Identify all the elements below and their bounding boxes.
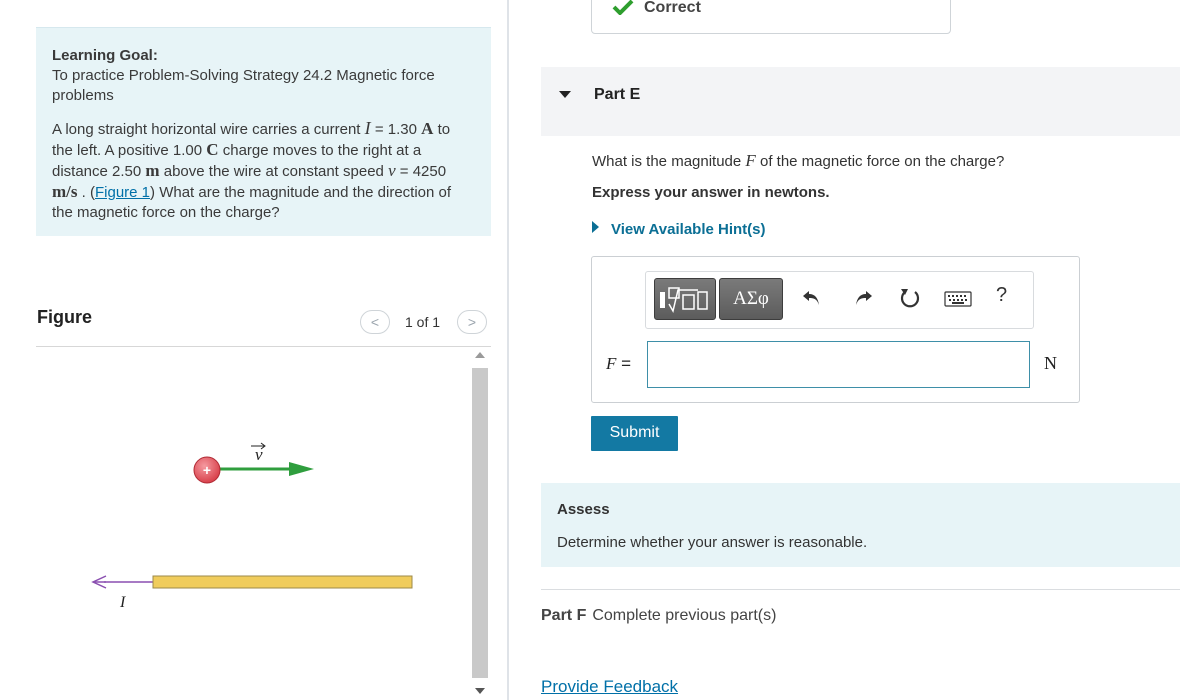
problem-statement: A long straight horizontal wire carries … (52, 118, 475, 223)
question-panel: Correct Part E What is the magnitude F o… (509, 0, 1180, 700)
charge-sign: + (203, 462, 211, 478)
learning-goal-box: Learning Goal: To practice Problem-Solvi… (36, 27, 491, 236)
chevron-left-icon: < (370, 314, 380, 330)
collapse-triangle-icon[interactable] (559, 91, 571, 98)
assess-box: Assess Determine whether your answer is … (541, 483, 1180, 567)
unit-coulombs: C (206, 140, 219, 159)
answer-box: ΑΣφ ? F = N (591, 256, 1080, 403)
answer-input[interactable] (647, 341, 1030, 388)
figure-link[interactable]: Figure 1 (95, 184, 150, 201)
assess-text: Determine whether your answer is reasona… (557, 534, 868, 551)
question-suffix: of the magnetic force on the charge? (755, 153, 1005, 170)
learning-goal-subtitle: To practice Problem-Solving Strategy 24.… (52, 67, 435, 104)
keyboard-icon[interactable] (944, 289, 972, 309)
assess-title: Assess (557, 501, 610, 518)
problem-text: = 1.30 (370, 121, 422, 138)
scroll-down-arrow-icon[interactable] (475, 688, 485, 694)
part-f-status: Complete previous part(s) (592, 607, 777, 624)
templates-icon (660, 287, 708, 314)
problem-text: above the wire at constant speed (159, 163, 389, 180)
part-f-row: Part F Complete previous part(s) (541, 607, 776, 625)
part-e-title: Part E (594, 86, 641, 103)
help-icon[interactable]: ? (996, 284, 1016, 308)
current-label: I (119, 594, 126, 611)
previous-figure-button[interactable]: < (360, 310, 390, 334)
learning-goal-title: Learning Goal: (52, 47, 158, 64)
figure-header: Figure < 1 of 1 > (36, 296, 491, 347)
question-prefix: What is the magnitude (592, 153, 746, 170)
templates-button[interactable] (654, 278, 716, 320)
force-symbol: F (745, 151, 756, 170)
unit-meters-per-second: m/s (52, 182, 78, 201)
problem-panel: Learning Goal: To practice Problem-Solvi… (0, 0, 507, 700)
unit-meters: m (145, 161, 160, 180)
view-hints-link[interactable]: View Available Hint(s) (592, 221, 766, 238)
problem-text: = 4250 (395, 163, 447, 180)
redo-icon[interactable] (851, 286, 875, 310)
answer-label: F = (606, 354, 631, 374)
unit-amperes: A (421, 119, 434, 138)
correct-status-text: Correct (644, 0, 701, 16)
unit-label: N (1044, 353, 1057, 373)
answer-instruction: Express your answer in newtons. (592, 184, 830, 201)
speed-symbol: v (388, 161, 396, 180)
scroll-up-arrow-icon[interactable] (475, 352, 485, 358)
chevron-right-icon: > (467, 314, 477, 330)
part-e-header[interactable]: Part E (541, 67, 1180, 136)
velocity-arrow-head (289, 462, 314, 476)
problem-text: . ( (77, 184, 95, 201)
caret-right-icon (592, 221, 599, 233)
scroll-thumb[interactable] (472, 368, 488, 678)
part-f-label: Part F (541, 607, 587, 624)
question-text: What is the magnitude F of the magnetic … (592, 151, 1004, 171)
checkmark-icon (612, 0, 634, 15)
figure-pager-label: 1 of 1 (405, 314, 441, 330)
submit-button[interactable]: Submit (591, 416, 678, 451)
provide-feedback-link[interactable]: Provide Feedback (541, 677, 678, 697)
next-figure-button[interactable]: > (457, 310, 487, 334)
undo-icon[interactable] (800, 286, 824, 310)
figure-scrollbar[interactable] (471, 348, 489, 700)
correct-status-box: Correct (591, 0, 951, 34)
reset-icon[interactable] (898, 286, 922, 310)
straight-wire (152, 575, 413, 589)
view-hints-label: View Available Hint(s) (611, 221, 766, 238)
math-toolbar: ΑΣφ ? (645, 271, 1034, 329)
symbols-button[interactable]: ΑΣφ (719, 278, 783, 320)
part-f-divider (541, 589, 1180, 590)
figure-canvas: v + I (91, 442, 413, 611)
figure-title: Figure (37, 307, 93, 327)
answer-equals: = (616, 354, 632, 373)
answer-symbol: F (606, 354, 617, 373)
problem-text: A long straight horizontal wire carries … (52, 121, 365, 138)
